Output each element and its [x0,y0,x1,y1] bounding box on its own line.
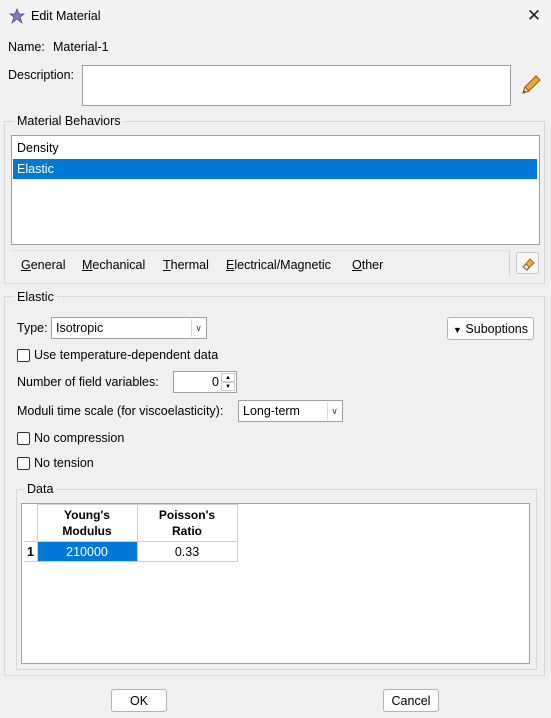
row-number: 1 [24,541,38,562]
table-row: 1 210000 0.33 [24,541,238,562]
edit-material-dialog: { "window": { "title": "Edit Material", … [0,0,551,718]
data-table: Young's Modulus Poisson's Ratio 1 210000… [24,504,238,562]
use-temp-checkbox[interactable] [17,349,30,362]
data-table-area[interactable]: Young's Modulus Poisson's Ratio 1 210000… [21,503,530,664]
no-tension-checkbox[interactable] [17,457,30,470]
header-line: Poisson's [158,508,216,522]
elastic-title: Elastic [14,290,57,304]
moduli-select-value: Long-term [243,404,300,418]
field-vars-label: Number of field variables: [17,375,159,389]
header-line: Ratio [172,524,202,538]
header-line: Young's [64,508,110,522]
list-item-elastic[interactable]: Elastic [13,159,537,179]
spin-up-icon[interactable]: ▲ [221,373,235,382]
description-label: Description: [8,68,74,82]
ok-button[interactable]: OK [111,689,167,712]
abaqus-app-icon [9,8,25,24]
tabs-separator [509,250,510,276]
data-title: Data [24,482,57,496]
tab-other[interactable]: Other [352,256,383,274]
type-select-value: Isotropic [56,321,104,335]
material-behaviors-title: Material Behaviors [14,114,124,128]
column-header-poissons-ratio[interactable]: Poisson's Ratio [136,504,238,542]
suboptions-button[interactable]: ▼ Suboptions [447,317,534,340]
description-field[interactable] [82,65,511,106]
chevron-down-icon: ∨ [191,319,205,337]
field-vars-value: 0 [212,375,219,389]
chevron-down-icon: ∨ [327,402,341,420]
tab-mechanical[interactable]: Mechanical [82,256,145,274]
corner-cell [24,504,38,542]
suboptions-label: Suboptions [465,322,528,336]
type-label: Type: [17,321,48,335]
tabs-divider [11,250,509,251]
no-compression-checkbox[interactable] [17,432,30,445]
table-cell-youngs-modulus[interactable]: 210000 [36,541,138,562]
eraser-icon [522,258,535,271]
table-cell-poissons-ratio[interactable]: 0.33 [136,541,238,562]
header-line: Modulus [62,524,112,538]
spin-down-icon[interactable]: ▼ [221,382,235,391]
moduli-select[interactable]: Long-term ∨ [238,400,343,422]
material-name-value: Material-1 [53,40,109,54]
name-label: Name: [8,40,45,54]
eraser-button[interactable] [516,252,539,274]
pencil-icon[interactable] [518,74,542,98]
cancel-button[interactable]: Cancel [383,689,439,712]
moduli-label: Moduli time scale (for viscoelasticity): [17,404,224,418]
no-compression-label: No compression [34,431,125,445]
type-select[interactable]: Isotropic ∨ [51,317,207,339]
list-item-density[interactable]: Density [13,138,537,158]
window-title: Edit Material [31,9,101,23]
field-vars-spinner[interactable]: 0 ▲ ▼ [173,371,237,393]
tab-thermal[interactable]: Thermal [163,256,209,274]
tab-general[interactable]: General [21,256,65,274]
behaviors-list[interactable]: Density Elastic [11,135,540,245]
column-header-youngs-modulus[interactable]: Young's Modulus [36,504,138,542]
no-tension-label: No tension [34,456,94,470]
close-icon[interactable]: ✕ [521,4,547,28]
triangle-down-icon: ▼ [453,325,462,335]
tab-electrical-magnetic[interactable]: Electrical/Magnetic [226,256,331,274]
use-temp-label: Use temperature-dependent data [34,348,219,362]
